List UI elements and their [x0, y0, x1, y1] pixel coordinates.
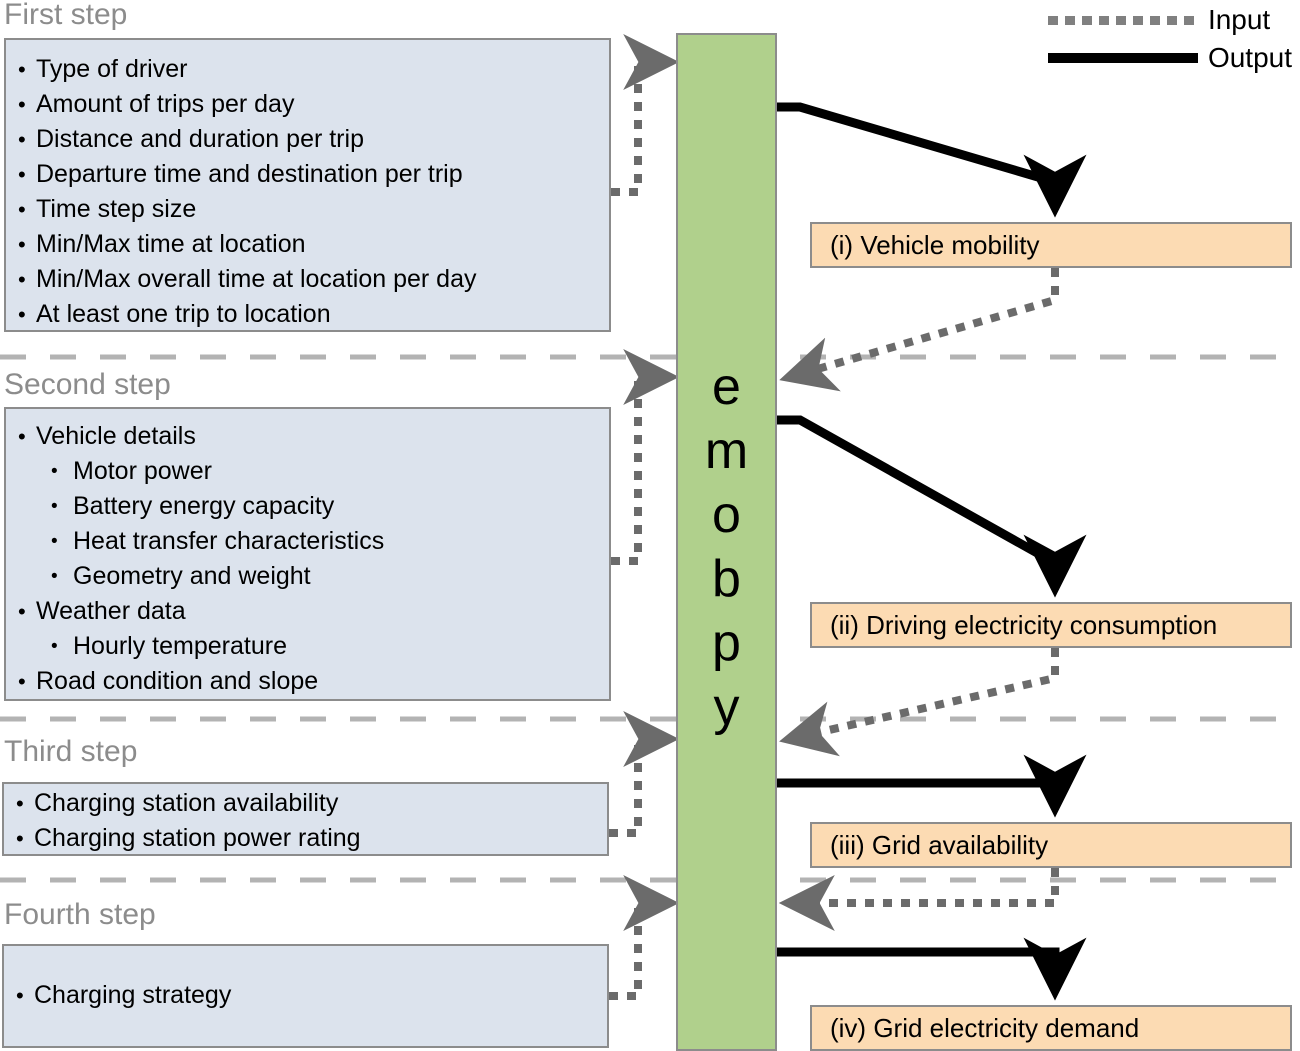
input-list-first-step: Type of driver Amount of trips per day D…	[6, 52, 609, 332]
output-arrow-4	[777, 937, 1087, 1001]
feedback-connectors	[778, 268, 1059, 931]
diagram-canvas: Input Output First step Type of driver A…	[0, 0, 1300, 1051]
input-box-third-step: Charging station availability Charging s…	[2, 782, 609, 856]
output-arrow-3	[777, 754, 1087, 818]
output-arrow-2	[777, 415, 1087, 598]
emobpy-letter: p	[712, 614, 741, 672]
feedback-arrow-2	[779, 648, 1059, 757]
input-arrow-step1	[611, 34, 680, 196]
step-title-fourth: Fourth step	[4, 898, 156, 931]
input-connectors	[609, 34, 680, 1000]
output-label: (ii) Driving electricity consumption	[830, 609, 1218, 640]
list-item: Hourly temperature	[6, 629, 609, 664]
feedback-arrow-1	[779, 268, 1059, 392]
output-box-grid-electricity-demand: (iv) Grid electricity demand	[810, 1005, 1292, 1051]
input-arrow-step4	[609, 875, 680, 1000]
emobpy-engine-column: e m o b p y	[676, 33, 777, 1051]
input-list-fourth-step: Charging strategy	[4, 978, 607, 1013]
list-item: Charging station availability	[4, 786, 607, 821]
emobpy-letter: o	[712, 486, 741, 544]
list-item: Charging strategy	[4, 978, 607, 1013]
input-arrow-step3	[609, 711, 680, 837]
list-item: At least one trip to location	[6, 297, 609, 332]
legend-item-output: Output	[1047, 42, 1292, 74]
list-item: Geometry and weight	[6, 559, 609, 594]
list-item: Motor power	[6, 454, 609, 489]
input-box-fourth-step: Charging strategy	[2, 944, 609, 1048]
output-box-grid-availability: (iii) Grid availability	[810, 822, 1292, 868]
list-item: Min/Max time at location	[6, 227, 609, 262]
list-item: Departure time and destination per trip	[6, 157, 609, 192]
output-box-vehicle-mobility: (i) Vehicle mobility	[810, 222, 1292, 268]
step-title-third: Third step	[4, 735, 138, 768]
list-item: Heat transfer characteristics	[6, 524, 609, 559]
output-box-driving-electricity-consumption: (ii) Driving electricity consumption	[810, 602, 1292, 648]
list-item: Vehicle details	[6, 419, 609, 454]
input-arrow-step2	[611, 349, 680, 565]
input-box-second-step: Vehicle details Motor power Battery ener…	[4, 407, 611, 701]
list-item: Time step size	[6, 192, 609, 227]
step-title-first: First step	[4, 0, 128, 31]
list-item: Battery energy capacity	[6, 489, 609, 524]
list-item: Charging station power rating	[4, 821, 607, 856]
solid-line-icon	[1047, 53, 1198, 63]
output-label: (i) Vehicle mobility	[830, 229, 1040, 260]
list-item: Min/Max overall time at location per day	[6, 262, 609, 297]
emobpy-letter: y	[713, 678, 740, 736]
output-arrow-1	[777, 102, 1087, 218]
step-title-second: Second step	[4, 368, 171, 401]
output-label: (iii) Grid availability	[830, 829, 1049, 860]
emobpy-letter: b	[712, 550, 741, 608]
legend-output-label: Output	[1207, 42, 1292, 73]
list-item: Type of driver	[6, 52, 609, 87]
list-item: Weather data	[6, 594, 609, 629]
feedback-arrow-3	[778, 868, 1059, 931]
emobpy-vertical-label: e m o b p y	[705, 355, 748, 739]
emobpy-letter: e	[712, 358, 741, 416]
emobpy-letter: m	[704, 422, 749, 480]
input-box-first-step: Type of driver Amount of trips per day D…	[4, 38, 611, 332]
legend-input-label: Input	[1207, 4, 1271, 35]
list-item: Amount of trips per day	[6, 87, 609, 122]
output-label: (iv) Grid electricity demand	[830, 1012, 1140, 1043]
input-list-third-step: Charging station availability Charging s…	[4, 786, 607, 856]
input-list-second-step: Vehicle details Motor power Battery ener…	[6, 419, 609, 699]
legend: Input Output	[1047, 4, 1292, 74]
dotted-line-icon	[1047, 15, 1198, 25]
list-item: Distance and duration per trip	[6, 122, 609, 157]
legend-item-input: Input	[1047, 4, 1292, 36]
list-item: Road condition and slope	[6, 664, 609, 699]
